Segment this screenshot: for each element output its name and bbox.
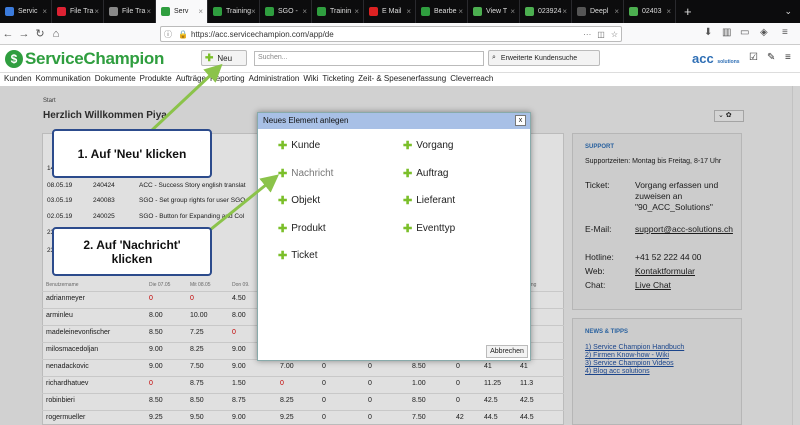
arrow-to-new-button	[148, 63, 223, 134]
callout-step2: 2. Auf 'Nachricht' klicken	[52, 227, 212, 276]
callout-step1: 1. Auf 'Neu' klicken	[52, 129, 212, 178]
instruction-arrows	[148, 63, 280, 240]
